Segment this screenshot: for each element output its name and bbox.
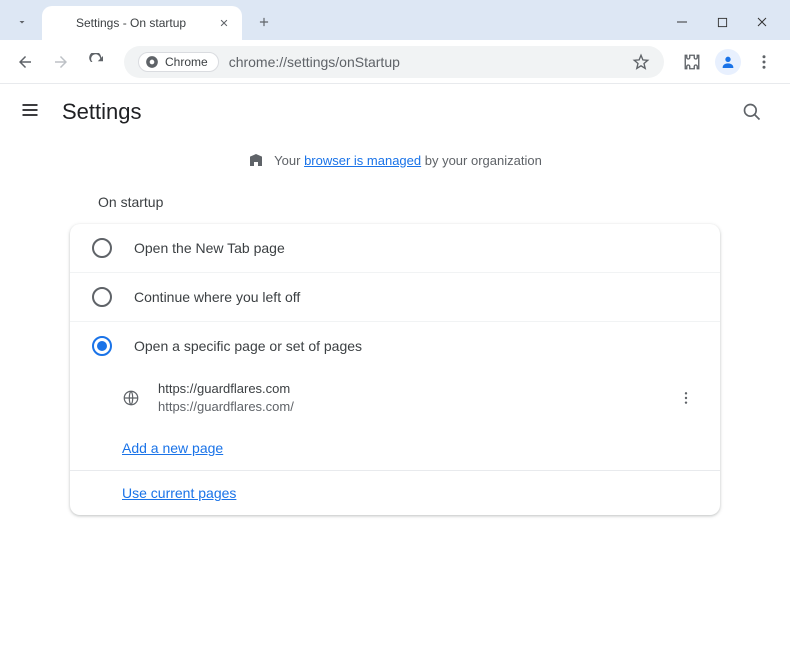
use-current-row: Use current pages xyxy=(70,470,720,515)
page-url: https://guardflares.com/ xyxy=(158,398,294,416)
close-icon xyxy=(219,18,229,28)
search-icon xyxy=(742,102,762,122)
plus-icon xyxy=(257,15,271,29)
forward-button[interactable] xyxy=(46,47,76,77)
banner-prefix: Your xyxy=(274,153,304,168)
building-icon xyxy=(248,152,264,168)
maximize-button[interactable] xyxy=(702,8,742,36)
window-titlebar: Settings - On startup xyxy=(0,0,790,40)
option-label: Open the New Tab page xyxy=(134,240,285,256)
tab-search-dropdown[interactable] xyxy=(8,8,36,36)
profile-button[interactable] xyxy=(712,46,744,78)
puzzle-icon xyxy=(683,53,701,71)
option-specific-pages[interactable]: Open a specific page or set of pages xyxy=(70,322,720,370)
menu-toggle-button[interactable] xyxy=(20,100,44,124)
section-title: On startup xyxy=(70,180,720,224)
minimize-icon xyxy=(676,16,688,28)
settings-gear-icon xyxy=(52,15,68,31)
person-icon xyxy=(720,54,736,70)
browser-toolbar: Chrome chrome://settings/onStartup xyxy=(0,40,790,84)
window-controls xyxy=(662,8,782,36)
option-new-tab[interactable]: Open the New Tab page xyxy=(70,224,720,273)
globe-icon xyxy=(122,389,140,407)
settings-content: On startup Open the New Tab page Continu… xyxy=(0,180,790,515)
avatar xyxy=(715,49,741,75)
maximize-icon xyxy=(717,17,728,28)
radio-unchecked xyxy=(92,238,112,258)
banner-suffix: by your organization xyxy=(421,153,542,168)
option-continue[interactable]: Continue where you left off xyxy=(70,273,720,322)
chrome-chip-label: Chrome xyxy=(165,55,208,69)
startup-page-item: https://guardflares.com https://guardfla… xyxy=(70,370,720,426)
tab-close-button[interactable] xyxy=(216,15,232,31)
page-title: Settings xyxy=(62,99,142,125)
managed-banner: Your browser is managed by your organiza… xyxy=(0,140,790,180)
arrow-left-icon xyxy=(16,53,34,71)
tab-title: Settings - On startup xyxy=(76,16,216,30)
reload-icon xyxy=(88,53,106,71)
add-page-link[interactable]: Add a new page xyxy=(122,440,223,456)
managed-link[interactable]: browser is managed xyxy=(304,153,421,168)
kebab-icon xyxy=(678,390,694,406)
add-page-row: Add a new page xyxy=(70,426,720,470)
arrow-right-icon xyxy=(52,53,70,71)
search-button[interactable] xyxy=(734,94,770,130)
close-icon xyxy=(756,16,768,28)
option-label: Continue where you left off xyxy=(134,289,300,305)
page-title: https://guardflares.com xyxy=(158,380,294,398)
menu-button[interactable] xyxy=(748,46,780,78)
minimize-button[interactable] xyxy=(662,8,702,36)
browser-tab[interactable]: Settings - On startup xyxy=(42,6,242,40)
startup-card: Open the New Tab page Continue where you… xyxy=(70,224,720,515)
page-actions-button[interactable] xyxy=(674,386,698,410)
chrome-logo-icon xyxy=(145,55,159,69)
bookmark-star-icon[interactable] xyxy=(632,53,650,71)
chevron-down-icon xyxy=(16,16,28,28)
extensions-button[interactable] xyxy=(676,46,708,78)
url-text: chrome://settings/onStartup xyxy=(229,54,400,70)
option-label: Open a specific page or set of pages xyxy=(134,338,362,354)
hamburger-icon xyxy=(20,100,40,120)
address-bar[interactable]: Chrome chrome://settings/onStartup xyxy=(124,46,664,78)
kebab-icon xyxy=(755,53,773,71)
back-button[interactable] xyxy=(10,47,40,77)
radio-unchecked xyxy=(92,287,112,307)
radio-checked xyxy=(92,336,112,356)
use-current-link[interactable]: Use current pages xyxy=(122,485,236,501)
chrome-chip: Chrome xyxy=(138,52,219,72)
settings-header: Settings xyxy=(0,84,790,140)
close-window-button[interactable] xyxy=(742,8,782,36)
reload-button[interactable] xyxy=(82,47,112,77)
new-tab-button[interactable] xyxy=(250,8,278,36)
